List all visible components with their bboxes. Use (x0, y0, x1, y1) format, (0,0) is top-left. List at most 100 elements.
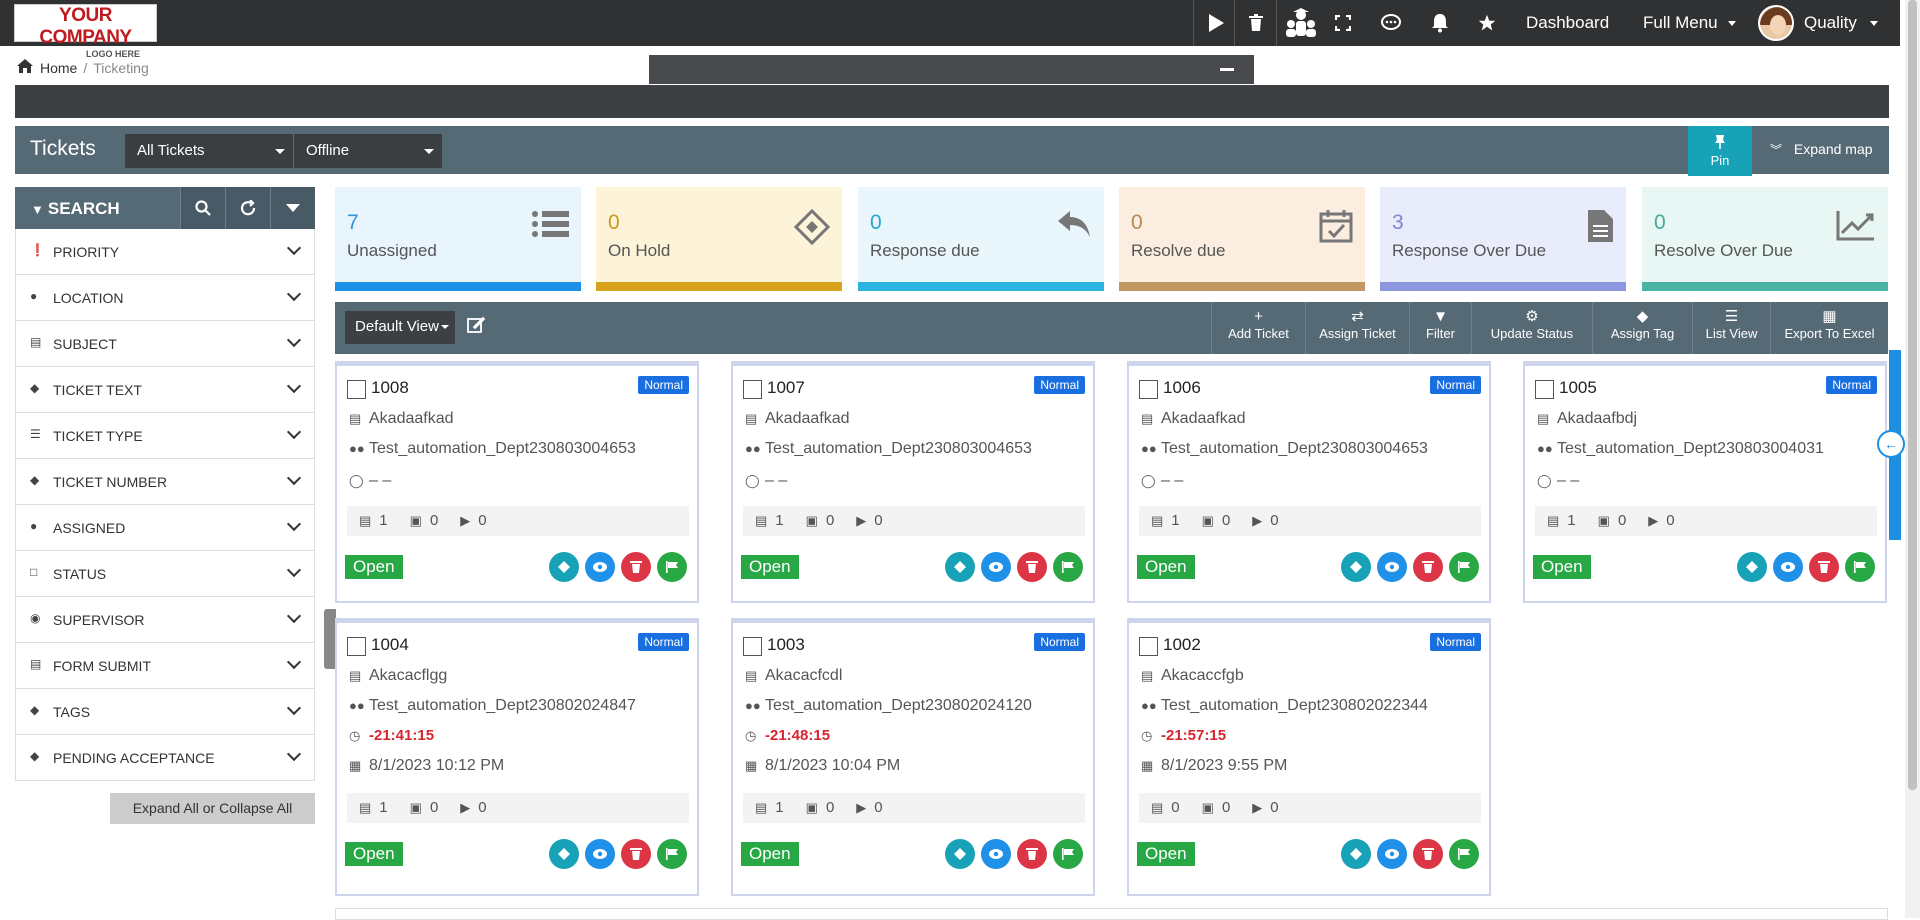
user-menu[interactable]: Quality (1804, 13, 1878, 33)
expand-collapse-all-button[interactable]: Expand All or Collapse All (110, 793, 315, 824)
avatar[interactable] (1758, 5, 1794, 41)
trash-icon[interactable] (1017, 552, 1047, 582)
stat-card[interactable]: 3 Response Over Due (1380, 187, 1626, 291)
eye-icon[interactable] (981, 839, 1011, 869)
dashboard-link[interactable]: Dashboard (1526, 13, 1609, 33)
company-logo[interactable]: YOUR COMPANY LOGO HERE (14, 4, 157, 59)
bell-icon[interactable] (1418, 0, 1462, 46)
assign-tag-icon[interactable] (945, 552, 975, 582)
chat-icon[interactable] (1369, 0, 1413, 46)
chevron-down-icon[interactable] (286, 654, 302, 670)
filter-item[interactable]: ◉ SUPERVISOR (15, 597, 315, 643)
toolbar-button-assign-ticket[interactable]: ⇄ Assign Ticket (1305, 302, 1409, 354)
chevron-down-icon[interactable] (286, 332, 302, 348)
flag-icon[interactable] (1845, 552, 1875, 582)
chevron-down-icon[interactable] (286, 562, 302, 578)
trash-icon[interactable] (621, 552, 651, 582)
assign-tag-icon[interactable] (1341, 839, 1371, 869)
stat-card[interactable]: 0 Resolve due (1119, 187, 1365, 291)
trash-icon[interactable] (1413, 552, 1443, 582)
breadcrumb-home[interactable]: Home (40, 60, 77, 76)
eye-icon[interactable] (981, 552, 1011, 582)
flag-icon[interactable] (1053, 839, 1083, 869)
assign-tag-icon[interactable] (1341, 552, 1371, 582)
ticket-checkbox[interactable] (743, 637, 762, 656)
ticket-checkbox[interactable] (1535, 380, 1554, 399)
trash-icon[interactable] (1017, 839, 1047, 869)
stat-card[interactable]: 0 On Hold (596, 187, 842, 291)
filter-item[interactable]: ▤ FORM SUBMIT (15, 643, 315, 689)
flag-icon[interactable] (1449, 552, 1479, 582)
search-icon[interactable] (180, 187, 225, 229)
trash-icon[interactable] (1413, 839, 1443, 869)
toolbar-button-list-view[interactable]: ☰ List View (1692, 302, 1770, 354)
chevron-down-icon[interactable] (286, 700, 302, 716)
status-badge[interactable]: Open (1137, 555, 1195, 579)
assign-tag-icon[interactable] (1737, 552, 1767, 582)
assign-tag-icon[interactable] (549, 552, 579, 582)
eye-icon[interactable] (585, 552, 615, 582)
chevron-down-icon[interactable] (286, 424, 302, 440)
flag-icon[interactable] (657, 552, 687, 582)
star-icon[interactable] (1465, 0, 1509, 46)
ticket-checkbox[interactable] (347, 380, 366, 399)
ticket-card[interactable]: 1006 Normal ▤ Akadaafkad ●● Test_automation_D… (1127, 361, 1491, 603)
ticket-scope-select[interactable]: All Tickets (125, 134, 293, 168)
filter-item[interactable]: ◆ TICKET NUMBER (15, 459, 315, 505)
chevron-down-icon[interactable] (286, 470, 302, 486)
ticket-card[interactable]: 1003 Normal ▤ Akacacfcdl ●● Test_automation_D… (731, 618, 1095, 896)
assign-tag-icon[interactable] (945, 839, 975, 869)
filter-item[interactable]: ☰ TICKET TYPE (15, 413, 315, 459)
default-view-select[interactable]: Default View (345, 311, 455, 344)
status-badge[interactable]: Open (741, 555, 799, 579)
play-icon[interactable] (1194, 0, 1238, 46)
filter-item[interactable]: ◆ TAGS (15, 689, 315, 735)
toolbar-button-assign-tag[interactable]: ◆ Assign Tag (1592, 302, 1692, 354)
stat-card[interactable]: 0 Response due (858, 187, 1104, 291)
filter-item[interactable]: ● ASSIGNED (15, 505, 315, 551)
eye-icon[interactable] (1773, 552, 1803, 582)
expand-map-button[interactable]: ︾ Expand map (1752, 126, 1889, 174)
status-badge[interactable]: Open (1533, 555, 1591, 579)
fullscreen-icon[interactable] (1321, 0, 1365, 46)
status-badge[interactable]: Open (345, 842, 403, 866)
stat-card[interactable]: 7 Unassigned (335, 187, 581, 291)
ticket-checkbox[interactable] (743, 380, 762, 399)
ticket-card[interactable]: 1005 Normal ▤ Akadaafbdj ●● Test_automation_D… (1523, 361, 1887, 603)
ticket-card[interactable]: 1004 Normal ▤ Akacacflgg ●● Test_automation_D… (335, 618, 699, 896)
trash-icon[interactable] (1809, 552, 1839, 582)
minimize-icon[interactable] (1220, 68, 1234, 71)
ticket-card[interactable]: 1007 Normal ▤ Akadaafkad ●● Test_automation_D… (731, 361, 1095, 603)
stat-card[interactable]: 0 Resolve Over Due (1642, 187, 1888, 291)
filter-item[interactable]: ◆ TICKET TEXT (15, 367, 315, 413)
ticket-checkbox[interactable] (347, 637, 366, 656)
eye-icon[interactable] (1377, 839, 1407, 869)
status-badge[interactable]: Open (741, 842, 799, 866)
flag-icon[interactable] (1053, 552, 1083, 582)
toolbar-button-add-ticket[interactable]: + Add Ticket (1211, 302, 1305, 354)
page-scrollbar[interactable] (1905, 0, 1920, 918)
chevron-down-icon[interactable] (286, 746, 302, 762)
toolbar-button-filter[interactable]: ▼ Filter (1409, 302, 1471, 354)
pin-button[interactable]: Pin (1688, 126, 1752, 176)
trash-icon[interactable] (621, 839, 651, 869)
filter-item[interactable]: ▤ SUBJECT (15, 321, 315, 367)
chevron-down-icon[interactable] (286, 378, 302, 394)
eye-icon[interactable] (585, 839, 615, 869)
ticket-card[interactable]: 1008 Normal ▤ Akadaafkad ●● Test_automation_D… (335, 361, 699, 603)
connection-mode-select[interactable]: Offline (294, 134, 442, 168)
filter-item[interactable]: ● LOCATION (15, 275, 315, 321)
chevron-down-icon[interactable] (286, 240, 302, 256)
chevron-down-icon[interactable] (286, 608, 302, 624)
filter-item[interactable]: ◆ PENDING ACCEPTANCE (15, 735, 315, 781)
full-menu-dropdown[interactable]: Full Menu (1643, 13, 1737, 33)
edit-view-icon[interactable] (467, 316, 486, 339)
team-icon[interactable] (1279, 0, 1323, 46)
chevron-down-icon[interactable] (286, 516, 302, 532)
chevron-down-icon[interactable] (286, 286, 302, 302)
chevron-down-icon[interactable] (270, 187, 315, 229)
status-badge[interactable]: Open (1137, 842, 1195, 866)
assign-tag-icon[interactable] (549, 839, 579, 869)
filter-item[interactable]: □ STATUS (15, 551, 315, 597)
arrow-left-icon[interactable]: ← (1877, 430, 1905, 458)
